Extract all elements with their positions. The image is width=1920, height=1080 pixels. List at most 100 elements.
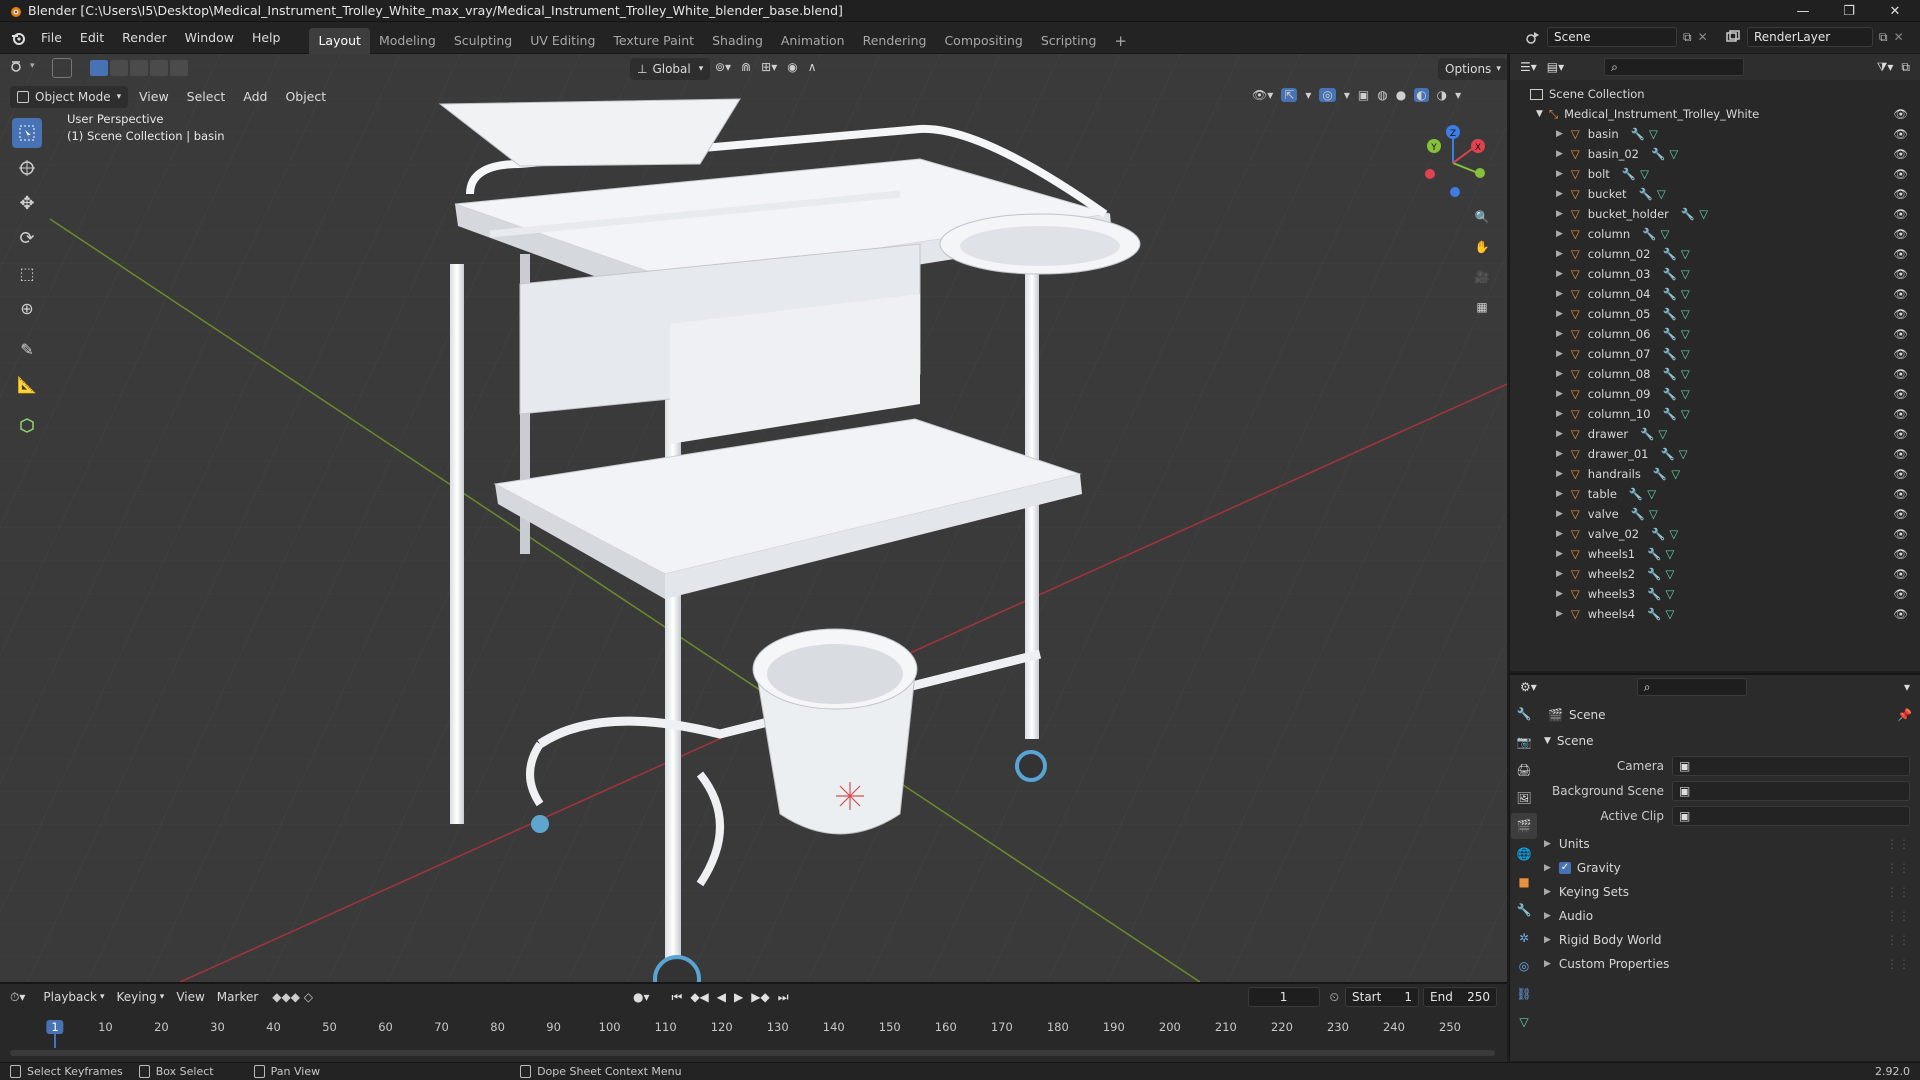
material-shading-icon[interactable]: ◐	[1414, 88, 1429, 102]
cursor-tool[interactable]	[12, 153, 42, 183]
drag-handle-icon[interactable]: ⋮⋮	[1886, 957, 1910, 971]
eye-icon[interactable]: 👁	[1893, 567, 1908, 581]
tab-scripting[interactable]: Scripting	[1032, 28, 1106, 54]
mesh-data-icon[interactable]: ▽	[1649, 507, 1658, 521]
tab-data[interactable]: ▽	[1511, 1009, 1537, 1035]
expand-right-icon[interactable]: ▶	[1556, 549, 1563, 559]
filter-type-icon[interactable]: ▤▾	[1547, 60, 1564, 74]
eye-icon[interactable]: 👁	[1893, 347, 1908, 361]
mesh-data-icon[interactable]: ▽	[1665, 587, 1674, 601]
maximize-button[interactable]: ❐	[1826, 0, 1872, 22]
outliner-item[interactable]: ▶ ▽ column_03 🔧 ▽ 👁	[1510, 264, 1920, 284]
tab-constraints[interactable]: ⛓	[1511, 981, 1537, 1007]
expand-right-icon[interactable]: ▶	[1556, 189, 1563, 199]
mesh-data-icon[interactable]: ▽	[1669, 527, 1678, 541]
mesh-data-icon[interactable]: ▽	[1665, 547, 1674, 561]
outliner-item[interactable]: ▶ ▽ basin 🔧 ▽ 👁	[1510, 124, 1920, 144]
select-extend-icon[interactable]	[110, 60, 128, 76]
modifier-wrench-icon[interactable]: 🔧	[1640, 427, 1654, 441]
rotate-tool[interactable]: ⟳	[12, 223, 42, 253]
outliner-item[interactable]: ▶ ▽ bucket_holder 🔧 ▽ 👁	[1510, 204, 1920, 224]
select-subtract-icon[interactable]	[130, 60, 148, 76]
outliner-item[interactable]: ▶ ▽ bolt 🔧 ▽ 👁	[1510, 164, 1920, 184]
expand-right-icon[interactable]: ▶	[1556, 509, 1563, 519]
modifier-wrench-icon[interactable]: 🔧	[1660, 447, 1674, 461]
tab-view-layer[interactable]: 🖼	[1511, 785, 1537, 811]
eye-icon[interactable]: 👁	[1893, 247, 1908, 261]
overlay-toggle-icon[interactable]: ◎	[1319, 88, 1336, 102]
expand-right-icon[interactable]: ▶	[1556, 309, 1563, 319]
properties-editor-icon[interactable]: ⚙▾	[1520, 680, 1537, 694]
tab-output[interactable]: 🖨	[1511, 757, 1537, 783]
properties-search-input[interactable]: ⌕	[1636, 678, 1747, 696]
outliner-item[interactable]: ▶ ▽ drawer 🔧 ▽ 👁	[1510, 424, 1920, 444]
tab-texture-paint[interactable]: Texture Paint	[604, 28, 703, 54]
modifier-wrench-icon[interactable]: 🔧	[1681, 207, 1695, 221]
visibility-icon[interactable]: 👁▾	[1252, 88, 1273, 102]
menu-window[interactable]: Window	[176, 25, 243, 51]
eye-icon[interactable]: 👁	[1893, 367, 1908, 381]
mesh-data-icon[interactable]: ▽	[1658, 427, 1667, 441]
property-field-input[interactable]: ▣	[1672, 780, 1910, 801]
eye-icon[interactable]: 👁	[1893, 267, 1908, 281]
modifier-wrench-icon[interactable]: 🔧	[1651, 147, 1665, 161]
mesh-data-icon[interactable]: ▽	[1681, 247, 1690, 261]
eye-icon[interactable]: 👁	[1893, 127, 1908, 141]
outliner-item[interactable]: ▶ ▽ wheels2 🔧 ▽ 👁	[1510, 564, 1920, 584]
add-workspace-button[interactable]: +	[1105, 28, 1136, 54]
chevron-down-icon[interactable]: ▾	[1904, 680, 1910, 694]
expand-right-icon[interactable]: ▶	[1556, 449, 1563, 459]
property-field-input[interactable]: ▣	[1672, 755, 1910, 776]
expand-right-icon[interactable]: ▶	[1556, 489, 1563, 499]
expand-right-icon[interactable]: ▶	[1556, 249, 1563, 259]
eye-icon[interactable]: 👁	[1893, 107, 1908, 121]
subpanel-header[interactable]: ▶ Audio ⋮⋮	[1542, 904, 1916, 928]
blender-menu-icon[interactable]	[10, 30, 26, 46]
eye-icon[interactable]: 👁	[1893, 467, 1908, 481]
eye-icon[interactable]: 👁	[1893, 167, 1908, 181]
outliner-item[interactable]: ▶ ▽ column_10 🔧 ▽ 👁	[1510, 404, 1920, 424]
snap-target-icon[interactable]: ⊞▾	[761, 60, 777, 74]
layer-name-field[interactable]: RenderLayer	[1747, 27, 1873, 47]
mesh-data-icon[interactable]: ▽	[1681, 287, 1690, 301]
modifier-wrench-icon[interactable]: 🔧	[1663, 287, 1677, 301]
view-layer-selector[interactable]: RenderLayer ⧉ ✕	[1725, 27, 1904, 47]
expand-right-icon[interactable]: ▶	[1556, 169, 1563, 179]
modifier-wrench-icon[interactable]: 🔧	[1647, 547, 1661, 561]
eye-icon[interactable]: 👁	[1893, 387, 1908, 401]
drag-handle-icon[interactable]: ⋮⋮	[1886, 885, 1910, 899]
outliner-item[interactable]: ▶ ▽ column 🔧 ▽ 👁	[1510, 224, 1920, 244]
pivot-point-icon[interactable]: ⊚▾	[715, 60, 731, 74]
scene-panel-header[interactable]: ▼ Scene	[1542, 729, 1916, 753]
outliner-item[interactable]: ▶ ▽ table 🔧 ▽ 👁	[1510, 484, 1920, 504]
expand-right-icon[interactable]: ▶	[1556, 129, 1563, 139]
mesh-data-icon[interactable]: ▽	[1681, 267, 1690, 281]
modifier-wrench-icon[interactable]: 🔧	[1663, 407, 1677, 421]
outliner-search-input[interactable]: ⌕	[1604, 58, 1745, 76]
gizmo-toggle-icon[interactable]: ⇱	[1281, 88, 1298, 102]
proportional-edit-icon[interactable]: ◉	[787, 60, 797, 74]
modifier-wrench-icon[interactable]: 🔧	[1651, 527, 1665, 541]
timeline[interactable]: ⏱▾ Playback ▾ Keying ▾ View Marker ◆◆◆ ◇ ●…	[0, 982, 1507, 1062]
mesh-data-icon[interactable]: ▽	[1681, 407, 1690, 421]
expand-right-icon[interactable]: ▶	[1556, 429, 1563, 439]
copy-scene-icon[interactable]: ⧉	[1683, 30, 1692, 45]
select-tool-mode-icon[interactable]	[52, 58, 72, 78]
tab-shading[interactable]: Shading	[703, 28, 772, 54]
mesh-data-icon[interactable]: ▽	[1660, 227, 1669, 241]
outliner-item[interactable]: ▶ ▽ drawer_01 🔧 ▽ 👁	[1510, 444, 1920, 464]
modifier-wrench-icon[interactable]: 🔧	[1631, 127, 1645, 141]
outliner-item[interactable]: ▶ ▽ column_06 🔧 ▽ 👁	[1510, 324, 1920, 344]
outliner-item[interactable]: ▶ ▽ wheels4 🔧 ▽ 👁	[1510, 604, 1920, 624]
measure-tool[interactable]: 📐	[12, 369, 42, 399]
scene-name-field[interactable]: Scene	[1547, 27, 1677, 47]
camera-view-button[interactable]: 🎥	[1469, 264, 1495, 290]
viewport-menu-select[interactable]: Select	[178, 84, 235, 110]
select-invert-icon[interactable]	[150, 60, 168, 76]
mesh-data-icon[interactable]: ▽	[1640, 167, 1649, 181]
modifier-wrench-icon[interactable]: 🔧	[1642, 227, 1656, 241]
outliner-item[interactable]: ▶ ▽ column_04 🔧 ▽ 👁	[1510, 284, 1920, 304]
mesh-data-icon[interactable]: ▽	[1657, 187, 1666, 201]
outliner-item[interactable]: ▶ ▽ valve_02 🔧 ▽ 👁	[1510, 524, 1920, 544]
tab-modifiers[interactable]: 🔧	[1511, 897, 1537, 923]
